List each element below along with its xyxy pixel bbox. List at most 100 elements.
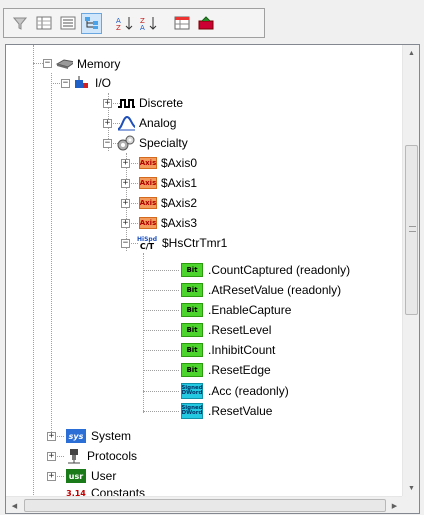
tree-node-user[interactable]: usr User: [65, 466, 116, 486]
tree-node-label: .ResetValue: [208, 404, 273, 418]
tree-node-inhibitcount[interactable]: Bit .InhibitCount: [180, 340, 275, 360]
expand-toggle-discrete[interactable]: +: [103, 99, 112, 108]
filter-button[interactable]: [9, 13, 30, 34]
axis-badge-icon: Axis: [139, 217, 157, 229]
vertical-scrollbar[interactable]: ▲ ▼: [402, 45, 419, 497]
collapse-toggle-specialty[interactable]: −: [103, 139, 112, 148]
tree-node-label: .CountCaptured (readonly): [208, 263, 351, 277]
svg-text:A: A: [140, 24, 145, 31]
tree-node-label: Memory: [77, 57, 121, 71]
tree-node-label: Analog: [139, 116, 177, 130]
tree-node-axis0[interactable]: Axis $Axis0: [139, 153, 197, 173]
collapse-toggle-memory[interactable]: −: [43, 59, 52, 68]
tree-node-axis1[interactable]: Axis $Axis1: [139, 173, 197, 193]
tree-node-label: .Acc (readonly): [208, 384, 289, 398]
protocols-plug-icon: [65, 449, 83, 464]
tree-node-label: Discrete: [139, 96, 184, 110]
collapse-toggle-io[interactable]: −: [61, 79, 70, 88]
tree-node-label: $HsCtrTmr1: [162, 236, 228, 250]
tree-node-system[interactable]: sys System: [65, 426, 131, 446]
tree-node-atresetvalue[interactable]: Bit .AtResetValue (readonly): [180, 280, 341, 300]
bit-badge-icon: Bit: [181, 303, 203, 317]
tree-view-icon: [84, 17, 98, 29]
signed-dword-badge-icon: Signed DWord: [181, 383, 203, 399]
tree-node-label: I/O: [95, 76, 112, 90]
horizontal-scrollbar[interactable]: ◀ ▶: [6, 496, 403, 513]
axis-badge-icon: Axis: [139, 177, 157, 189]
io-icon: [73, 76, 91, 90]
sort-ascending-icon: AZ: [116, 17, 132, 31]
tree-node-axis3[interactable]: Axis $Axis3: [139, 213, 197, 233]
tree-node-resetvalue[interactable]: Signed DWord .ResetValue: [180, 401, 272, 421]
tree-node-label: .ResetEdge: [208, 363, 271, 377]
grid-view-button[interactable]: [33, 13, 54, 34]
scrollbar-corner: [402, 496, 419, 513]
analog-wave-icon: [117, 115, 135, 131]
properties-button[interactable]: [171, 13, 192, 34]
expand-toggle-system[interactable]: +: [47, 432, 56, 441]
signed-dword-badge-icon: Signed DWord: [181, 403, 203, 419]
list-view-button[interactable]: [57, 13, 78, 34]
tree-node-label: User: [91, 469, 117, 483]
tag-tree-panel[interactable]: − Memory − I/O + Discrete + Analog − Spe…: [5, 44, 420, 514]
tree-node-enablecapture[interactable]: Bit .EnableCapture: [180, 300, 291, 320]
vertical-scroll-thumb[interactable]: [405, 145, 418, 315]
toolbar-strip: AZ ZA: [3, 8, 265, 38]
tree-node-hsctrtmr1[interactable]: HiSpd C/T $HsCtrTmr1: [136, 233, 227, 253]
high-speed-counter-icon: HiSpd C/T: [137, 236, 157, 251]
tree-node-specialty[interactable]: Specialty: [117, 133, 188, 153]
grid-view-icon: [36, 16, 51, 30]
expand-toggle-protocols[interactable]: +: [47, 452, 56, 461]
tree-node-label: $Axis3: [161, 216, 198, 230]
bit-badge-icon: Bit: [181, 263, 203, 277]
tree-node-memory[interactable]: Memory: [55, 54, 120, 74]
bit-badge-icon: Bit: [181, 343, 203, 357]
tree-node-axis2[interactable]: Axis $Axis2: [139, 193, 197, 213]
expand-toggle-axis1[interactable]: +: [121, 179, 130, 188]
tree-node-label: $Axis2: [161, 196, 198, 210]
tree-node-label: .EnableCapture: [208, 303, 292, 317]
axis-badge-icon: Axis: [139, 197, 157, 209]
expand-toggle-axis2[interactable]: +: [121, 199, 130, 208]
tree-node-label: .AtResetValue (readonly): [208, 283, 342, 297]
tree-node-label: .InhibitCount: [208, 343, 276, 357]
scroll-down-arrow-icon[interactable]: ▼: [403, 480, 419, 497]
tree-node-label: $Axis1: [161, 176, 198, 190]
tree-node-label: System: [91, 429, 132, 443]
tag-tree[interactable]: − Memory − I/O + Discrete + Analog − Spe…: [6, 45, 403, 513]
tree-node-label: $Axis0: [161, 156, 198, 170]
horizontal-scroll-thumb[interactable]: [24, 499, 386, 512]
tree-node-discrete[interactable]: Discrete: [117, 93, 183, 113]
tree-node-io[interactable]: I/O: [73, 73, 111, 93]
scroll-left-arrow-icon[interactable]: ◀: [6, 497, 23, 513]
tree-node-resetedge[interactable]: Bit .ResetEdge: [180, 360, 271, 380]
sort-descending-button[interactable]: ZA: [138, 13, 159, 34]
memory-chip-icon: [55, 57, 73, 71]
expand-toggle-user[interactable]: +: [47, 472, 56, 481]
tree-node-resetlevel[interactable]: Bit .ResetLevel: [180, 320, 271, 340]
sort-ascending-button[interactable]: AZ: [114, 13, 135, 34]
user-icon: usr: [66, 469, 86, 483]
expand-toggle-axis3[interactable]: +: [121, 219, 130, 228]
export-button[interactable]: [195, 13, 216, 34]
scroll-right-arrow-icon[interactable]: ▶: [386, 497, 403, 513]
tree-node-acc[interactable]: Signed DWord .Acc (readonly): [180, 381, 289, 401]
tree-node-analog[interactable]: Analog: [117, 113, 176, 133]
tree-node-label: Specialty: [139, 136, 188, 150]
toolbar: AZ ZA: [0, 0, 424, 44]
bit-badge-icon: Bit: [181, 323, 203, 337]
svg-text:Z: Z: [116, 24, 121, 31]
gears-icon: [117, 135, 135, 151]
expand-toggle-analog[interactable]: +: [103, 119, 112, 128]
expand-toggle-axis0[interactable]: +: [121, 159, 130, 168]
tree-node-countcaptured[interactable]: Bit .CountCaptured (readonly): [180, 260, 350, 280]
properties-icon: [174, 16, 189, 30]
tree-node-label: Protocols: [87, 449, 138, 463]
scroll-up-arrow-icon[interactable]: ▲: [403, 45, 419, 62]
tree-node-protocols[interactable]: Protocols: [65, 446, 137, 466]
system-icon: sys: [66, 429, 86, 443]
tree-view-button[interactable]: [81, 12, 102, 34]
axis-badge-icon: Axis: [139, 157, 157, 169]
collapse-toggle-hsctrtmr1[interactable]: −: [121, 239, 130, 248]
sort-descending-icon: ZA: [140, 17, 156, 31]
